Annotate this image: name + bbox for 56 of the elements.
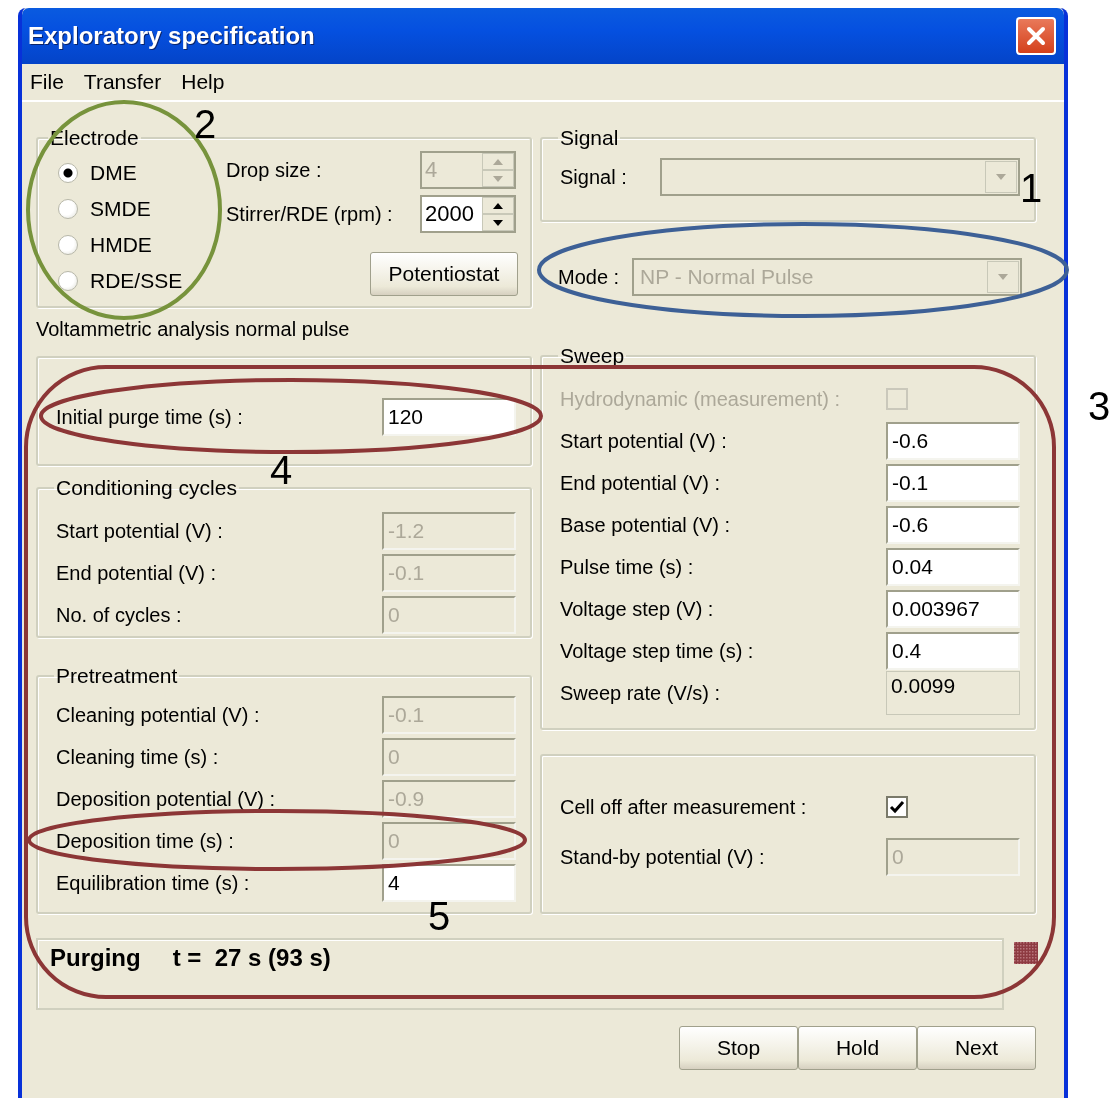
text-field[interactable]: 0.4 bbox=[886, 632, 1020, 670]
field-label: Drop size : bbox=[226, 158, 322, 182]
field-label: Deposition time (s) : bbox=[56, 829, 234, 853]
field-label: Stand-by potential (V) : bbox=[560, 845, 765, 869]
field-label: Cleaning potential (V) : bbox=[56, 703, 260, 727]
potentiostat-button[interactable]: Potentiostat bbox=[370, 252, 518, 296]
field-label: End potential (V) : bbox=[560, 471, 721, 495]
field-label: Mode : bbox=[558, 265, 620, 289]
field-label: Equilibration time (s) : bbox=[56, 871, 250, 895]
radio-label: RDE/SSE bbox=[90, 269, 183, 293]
field-label: Sweep rate (V/s) : bbox=[560, 681, 721, 705]
group-label: Signal bbox=[559, 126, 620, 150]
field-label: Voltage step (V) : bbox=[560, 597, 714, 621]
readout-field: 0.0099 bbox=[886, 671, 1020, 715]
status-text: Purging bbox=[50, 944, 141, 973]
radio-label: DME bbox=[90, 161, 137, 185]
field-label: Stirrer/RDE (rpm) : bbox=[226, 202, 393, 226]
window-title: Exploratory specification bbox=[28, 22, 315, 50]
text-field[interactable]: -0.1 bbox=[886, 464, 1020, 502]
field-label: Cleaning time (s) : bbox=[56, 745, 219, 769]
radio-label: SMDE bbox=[90, 197, 151, 221]
field-label: Signal : bbox=[560, 165, 627, 189]
section-label: Voltammetric analysis normal pulse bbox=[36, 318, 351, 342]
group-label: Sweep bbox=[559, 344, 626, 368]
text-field[interactable]: 4 bbox=[382, 864, 516, 902]
menu-item[interactable]: Transfer bbox=[83, 70, 162, 94]
command-button[interactable]: Hold bbox=[798, 1026, 917, 1070]
text-field[interactable]: -0.6 bbox=[886, 506, 1020, 544]
text-field[interactable]: -0.6 bbox=[886, 422, 1020, 460]
field-label: Start potential (V) : bbox=[56, 519, 223, 543]
field-label: Deposition potential (V) : bbox=[56, 787, 275, 811]
text-field[interactable]: 0.04 bbox=[886, 548, 1020, 586]
group-label: Electrode bbox=[49, 126, 140, 150]
annotation-number: 3 bbox=[1088, 386, 1110, 426]
radio-label: HMDE bbox=[90, 233, 152, 257]
group-label: Pretreatment bbox=[55, 664, 179, 688]
annotation-number: 4 bbox=[270, 450, 293, 490]
field-label: Pulse time (s) : bbox=[560, 555, 694, 579]
field-label: Start potential (V) : bbox=[560, 429, 727, 453]
field-label: No. of cycles : bbox=[56, 603, 182, 627]
text-field[interactable]: 120 bbox=[382, 398, 516, 436]
text-field[interactable]: 0.003967 bbox=[886, 590, 1020, 628]
field-label: Cell off after measurement : bbox=[560, 795, 807, 819]
command-button[interactable]: Stop bbox=[679, 1026, 798, 1070]
menu-item[interactable]: File bbox=[30, 70, 64, 94]
group-label: Conditioning cycles bbox=[55, 476, 238, 500]
field-label: Voltage step time (s) : bbox=[560, 639, 754, 663]
field-label: End potential (V) : bbox=[56, 561, 217, 585]
menu-item[interactable]: Help bbox=[181, 70, 225, 94]
command-button[interactable]: Next bbox=[917, 1026, 1036, 1070]
field-label: Base potential (V) : bbox=[560, 513, 731, 537]
field-label: Initial purge time (s) : bbox=[56, 405, 243, 429]
field-label: Hydrodynamic (measurement) : bbox=[560, 387, 841, 411]
annotation-number: 1 bbox=[1020, 168, 1043, 208]
annotation-number: 2 bbox=[194, 104, 217, 144]
timer-text: t = 27 s (93 s) bbox=[172, 944, 331, 973]
